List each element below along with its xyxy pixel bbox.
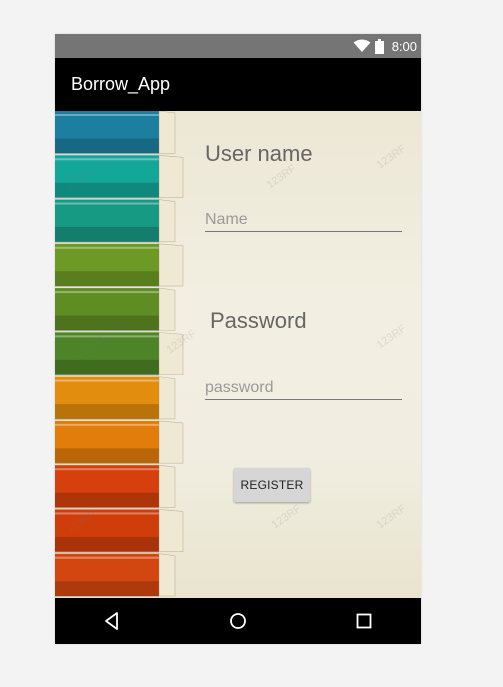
- book-pages: [158, 420, 184, 464]
- book-spine-shadow: [55, 271, 159, 288]
- navigation-bar: [55, 598, 421, 644]
- book-spine-shadow: [55, 226, 159, 243]
- book-spine-band: [55, 423, 159, 426]
- register-button[interactable]: REGISTER: [234, 468, 310, 502]
- status-icons: 8:00: [353, 37, 417, 55]
- book-spine-band: [55, 202, 159, 205]
- watermark-text: 123RF: [374, 322, 409, 352]
- home-icon[interactable]: [227, 610, 249, 632]
- book-pages: [158, 464, 176, 508]
- username-field[interactable]: [205, 209, 402, 232]
- book-pages: [158, 287, 176, 331]
- book-spine-shadow: [55, 536, 159, 553]
- book-spine-band: [55, 291, 159, 294]
- book-spine-shadow: [55, 492, 159, 509]
- book-spine-band: [55, 379, 159, 382]
- status-bar: 8:00: [55, 34, 421, 58]
- book-spine-band: [55, 556, 159, 559]
- app-title: Borrow_App: [71, 74, 171, 94]
- book-spine-shadow: [55, 404, 159, 421]
- watermark-text: 123RF: [374, 502, 409, 532]
- book-spine-shadow: [55, 182, 159, 199]
- book-pages: [158, 111, 176, 154]
- book-spine-shadow: [55, 315, 159, 332]
- recents-icon[interactable]: [353, 610, 375, 632]
- app-bar: Borrow_App: [55, 58, 421, 111]
- book-pages: [158, 509, 184, 553]
- phone-frame: 8:00 Borrow_App 123RF 123RF 123RF 123RF …: [55, 34, 421, 644]
- back-icon[interactable]: [101, 610, 123, 632]
- books-background-image: [55, 111, 184, 598]
- book-pages: [158, 199, 176, 243]
- book-spine-shadow: [55, 359, 159, 376]
- password-label: Password: [210, 308, 307, 333]
- book-spine-shadow: [55, 138, 159, 155]
- watermark-text: 123RF: [269, 502, 304, 532]
- book-spine-band: [55, 512, 159, 515]
- password-field[interactable]: [205, 377, 402, 400]
- book-pages: [158, 376, 176, 420]
- book-spine-band: [55, 335, 159, 338]
- book-spine-band: [55, 114, 159, 116]
- wifi-icon: [353, 39, 371, 52]
- register-screen: 123RF 123RF 123RF 123RF 123RF 123RF 123R…: [55, 111, 421, 598]
- book-spine-band: [55, 158, 159, 161]
- book-spine-shadow: [55, 448, 159, 465]
- watermark-text: 123RF: [374, 142, 409, 172]
- book-spine-shadow: [55, 581, 159, 598]
- book-pages: [158, 243, 184, 287]
- book-pages: [158, 332, 184, 375]
- book-spine-band: [55, 246, 159, 249]
- book-pages: [158, 154, 184, 198]
- battery-icon: [374, 38, 384, 54]
- username-label: User name: [205, 141, 313, 166]
- status-time: 8:00: [391, 38, 417, 54]
- book-spine-band: [55, 468, 159, 471]
- book-pages: [158, 553, 176, 597]
